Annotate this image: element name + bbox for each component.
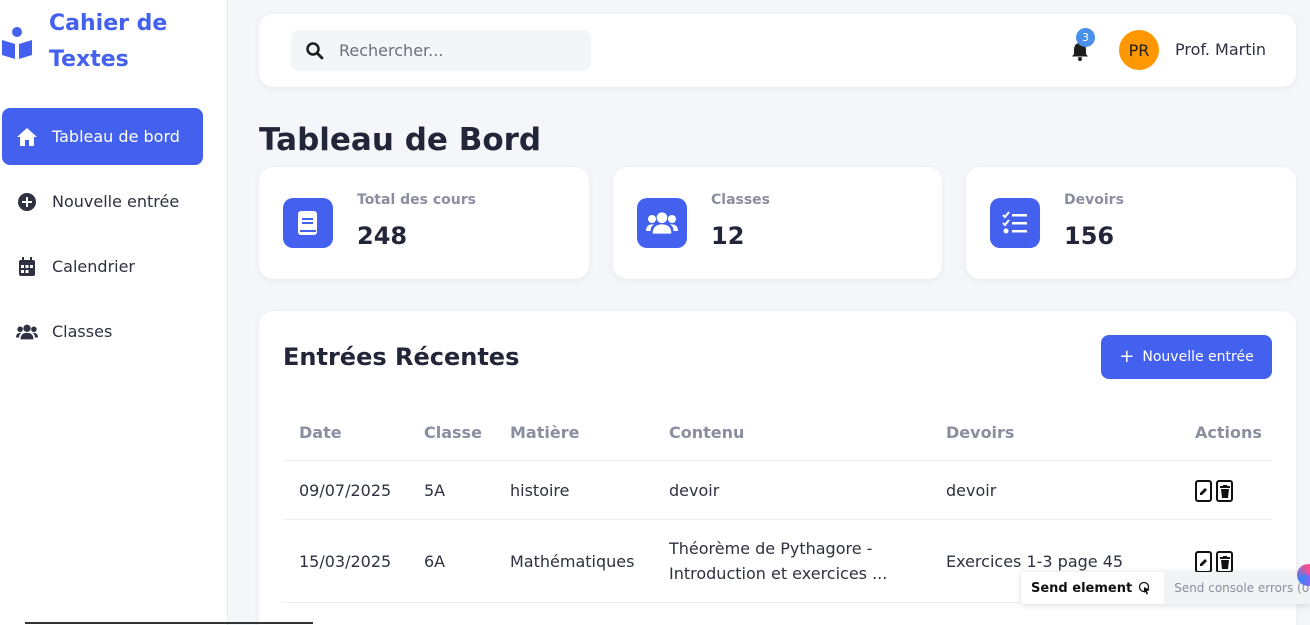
calendar-icon <box>16 256 38 278</box>
scrollbar[interactable] <box>25 622 313 624</box>
column-header-subject[interactable]: Matière <box>510 423 579 442</box>
sidebar-item-new-entry[interactable]: Nouvelle entrée <box>2 173 203 230</box>
stat-value: 156 <box>1064 222 1115 250</box>
stat-value: 12 <box>711 222 745 250</box>
column-header-content[interactable]: Contenu <box>669 423 744 442</box>
sidebar-item-dashboard[interactable]: Tableau de bord <box>2 108 203 165</box>
cell-content-line-1: Théorème de Pythagore - <box>669 539 873 558</box>
divider <box>283 460 1272 461</box>
sidebar-item-classes[interactable]: Classes <box>2 303 203 360</box>
cursor-click-icon <box>1139 581 1151 595</box>
sidebar-item-calendar[interactable]: Calendrier <box>2 238 203 295</box>
cell-subject: Mathématiques <box>510 552 635 571</box>
trash-icon[interactable] <box>1216 480 1233 502</box>
username[interactable]: Prof. Martin <box>1175 40 1266 59</box>
sidebar-item-label: Calendrier <box>52 257 136 276</box>
cell-subject: histoire <box>510 481 570 500</box>
page-title: Tableau de Bord <box>259 122 542 158</box>
brand-title: Cahier de Textes <box>49 11 168 72</box>
section-title: Entrées Récentes <box>283 343 520 371</box>
plus-circle-icon <box>16 191 38 213</box>
trash-icon[interactable] <box>1216 551 1233 573</box>
plus-icon: + <box>1119 346 1135 367</box>
divider <box>283 519 1272 520</box>
cell-content-line-2: Introduction et exercices ... <box>669 564 888 583</box>
send-element-button[interactable]: Send element <box>1031 581 1152 596</box>
sidebar-item-label: Classes <box>52 322 113 341</box>
sidebar-item-label: Nouvelle entrée <box>52 192 180 211</box>
stat-card-classes: Classes 12 <box>613 167 942 279</box>
cell-content: devoir <box>669 481 720 500</box>
users-icon <box>16 321 38 343</box>
cell-date: 09/07/2025 <box>299 481 392 500</box>
stat-label: Devoirs <box>1064 192 1124 208</box>
edit-icon[interactable] <box>1195 551 1212 573</box>
topbar: 3 PR Prof. Martin <box>259 14 1296 87</box>
users-icon <box>637 198 687 248</box>
search-icon <box>306 41 324 59</box>
cell-class: 5A <box>424 481 446 500</box>
new-entry-button[interactable]: + Nouvelle entrée <box>1101 335 1272 379</box>
tasks-icon <box>990 198 1040 248</box>
button-label: Nouvelle entrée <box>1142 349 1254 365</box>
cell-homework: Exercices 1-3 page 45 <box>946 552 1124 571</box>
book-icon <box>283 198 333 248</box>
notification-badge: 3 <box>1076 28 1095 47</box>
row-actions <box>1195 551 1233 573</box>
stat-label: Total des cours <box>357 192 476 208</box>
stat-value: 248 <box>357 222 408 250</box>
search-input[interactable] <box>339 41 569 60</box>
book-reader-icon <box>2 27 32 59</box>
cell-date: 15/03/2025 <box>299 552 392 571</box>
brand[interactable]: Cahier de Textes <box>0 6 209 78</box>
column-header-homework[interactable]: Devoirs <box>946 423 1014 442</box>
send-element-label: Send element <box>1031 580 1133 596</box>
column-header-class[interactable]: Classe <box>424 423 482 442</box>
edit-icon[interactable] <box>1195 480 1212 502</box>
stat-card-courses: Total des cours 248 <box>259 167 589 279</box>
stat-card-homework: Devoirs 156 <box>966 167 1296 279</box>
avatar[interactable]: PR <box>1119 30 1159 70</box>
row-actions <box>1195 480 1233 502</box>
home-icon <box>16 126 38 148</box>
sidebar: Cahier de Textes Tableau de bord Nouvell… <box>0 0 228 625</box>
cell-homework: devoir <box>946 481 997 500</box>
cell-class: 6A <box>424 552 446 571</box>
sidebar-item-label: Tableau de bord <box>52 127 180 146</box>
stat-label: Classes <box>711 192 771 208</box>
column-header-date[interactable]: Date <box>299 423 342 442</box>
search-box[interactable] <box>291 30 591 71</box>
column-header-actions: Actions <box>1195 423 1262 442</box>
send-console-errors-button[interactable]: Send console errors (0) <box>1164 572 1310 604</box>
devtools-bar: Send element Send console errors (0) <box>1021 572 1310 604</box>
